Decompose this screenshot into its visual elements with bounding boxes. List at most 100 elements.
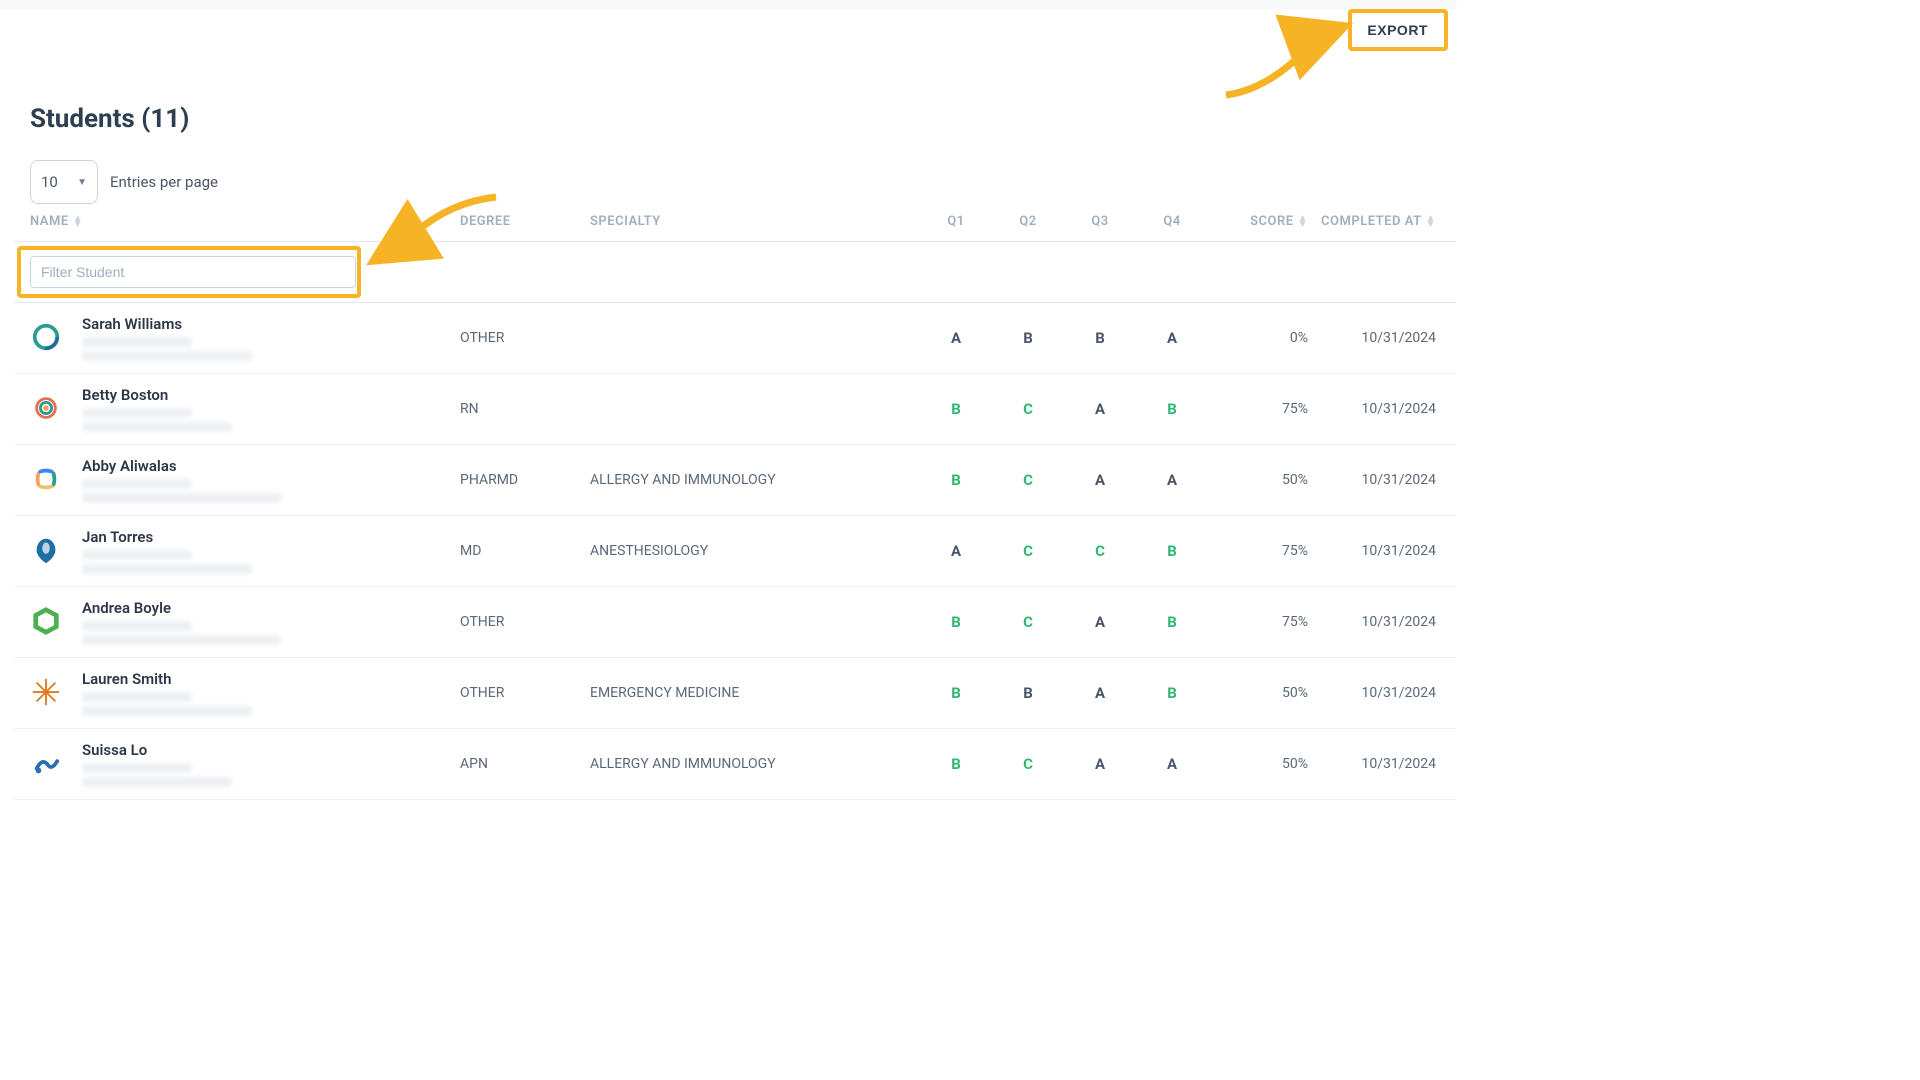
redacted-text bbox=[82, 337, 192, 347]
redacted-text bbox=[82, 479, 192, 489]
student-name: Suissa Lo bbox=[82, 741, 232, 759]
q3-cell: B bbox=[1064, 329, 1136, 347]
table-row[interactable]: Jan Torres MD ANESTHESIOLOGY A C C B 75%… bbox=[14, 516, 1456, 587]
sort-icon: ▲▼ bbox=[73, 216, 83, 228]
column-completed-at[interactable]: COMPLETED AT ▲▼ bbox=[1308, 214, 1440, 229]
entries-per-page-label: Entries per page bbox=[110, 173, 218, 191]
specialty-cell: EMERGENCY MEDICINE bbox=[590, 685, 920, 701]
annotation-arrow-export bbox=[1216, 10, 1346, 100]
column-specialty[interactable]: SPECIALTY bbox=[590, 214, 920, 229]
q2-cell: C bbox=[992, 471, 1064, 489]
redacted-text bbox=[82, 408, 192, 418]
column-q2[interactable]: Q2 bbox=[992, 214, 1064, 229]
table-row[interactable]: Suissa Lo APN ALLERGY AND IMMUNOLOGY B C… bbox=[14, 729, 1456, 800]
score-cell: 0% bbox=[1208, 330, 1308, 346]
redacted-text bbox=[82, 635, 282, 645]
degree-cell: APN bbox=[460, 756, 590, 772]
student-name: Sarah Williams bbox=[82, 315, 252, 333]
score-cell: 50% bbox=[1208, 472, 1308, 488]
q4-cell: A bbox=[1136, 755, 1208, 773]
degree-cell: MD bbox=[460, 543, 590, 559]
q3-cell: A bbox=[1064, 684, 1136, 702]
table-row[interactable]: Abby Aliwalas PHARMD ALLERGY AND IMMUNOL… bbox=[14, 445, 1456, 516]
entries-per-page-select[interactable]: 10 ▼ bbox=[30, 160, 98, 204]
q4-cell: B bbox=[1136, 542, 1208, 560]
table-header: NAME ▲▼ DEGREE SPECIALTY Q1 Q2 Q3 Q4 SCO… bbox=[14, 214, 1456, 242]
q1-cell: B bbox=[920, 684, 992, 702]
redacted-text bbox=[82, 706, 252, 716]
table-row[interactable]: Lauren Smith OTHER EMERGENCY MEDICINE B … bbox=[14, 658, 1456, 729]
sort-icon: ▲▼ bbox=[1426, 216, 1436, 228]
score-cell: 75% bbox=[1208, 614, 1308, 630]
redacted-text bbox=[82, 493, 282, 503]
table-row[interactable]: Betty Boston RN B C A B 75% 10/31/2024 bbox=[14, 374, 1456, 445]
q3-cell: C bbox=[1064, 542, 1136, 560]
redacted-text bbox=[82, 621, 192, 631]
degree-cell: RN bbox=[460, 401, 590, 417]
student-name: Jan Torres bbox=[82, 528, 252, 546]
q4-cell: B bbox=[1136, 400, 1208, 418]
table-row[interactable]: Sarah Williams OTHER A B B A 0% 10/31/20… bbox=[14, 303, 1456, 374]
completed-at-cell: 10/31/2024 bbox=[1308, 614, 1440, 630]
q1-cell: A bbox=[920, 542, 992, 560]
completed-at-cell: 10/31/2024 bbox=[1308, 330, 1440, 346]
completed-at-cell: 10/31/2024 bbox=[1308, 685, 1440, 701]
q2-cell: C bbox=[992, 613, 1064, 631]
student-name: Abby Aliwalas bbox=[82, 457, 282, 475]
degree-cell: OTHER bbox=[460, 685, 590, 701]
redacted-text bbox=[82, 351, 252, 361]
annotation-highlight-export bbox=[1348, 9, 1448, 51]
column-name[interactable]: NAME ▲▼ bbox=[30, 214, 460, 229]
table-row[interactable]: Andrea Boyle OTHER B C A B 75% 10/31/202… bbox=[14, 587, 1456, 658]
redacted-text bbox=[82, 777, 232, 787]
avatar bbox=[30, 321, 62, 353]
completed-at-cell: 10/31/2024 bbox=[1308, 756, 1440, 772]
page-title: Students (11) bbox=[30, 104, 189, 134]
score-cell: 50% bbox=[1208, 685, 1308, 701]
q2-cell: C bbox=[992, 542, 1064, 560]
q3-cell: A bbox=[1064, 755, 1136, 773]
q1-cell: B bbox=[920, 755, 992, 773]
q4-cell: A bbox=[1136, 471, 1208, 489]
column-q1[interactable]: Q1 bbox=[920, 214, 992, 229]
degree-cell: OTHER bbox=[460, 330, 590, 346]
q4-cell: B bbox=[1136, 613, 1208, 631]
avatar bbox=[30, 534, 62, 566]
filter-row bbox=[14, 242, 1456, 303]
completed-at-cell: 10/31/2024 bbox=[1308, 401, 1440, 417]
avatar bbox=[30, 747, 62, 779]
degree-cell: PHARMD bbox=[460, 472, 590, 488]
q3-cell: A bbox=[1064, 400, 1136, 418]
specialty-cell: ALLERGY AND IMMUNOLOGY bbox=[590, 472, 920, 488]
q3-cell: A bbox=[1064, 471, 1136, 489]
column-q3[interactable]: Q3 bbox=[1064, 214, 1136, 229]
avatar bbox=[30, 463, 62, 495]
redacted-text bbox=[82, 564, 252, 574]
q2-cell: B bbox=[992, 684, 1064, 702]
specialty-cell: ALLERGY AND IMMUNOLOGY bbox=[590, 756, 920, 772]
completed-at-cell: 10/31/2024 bbox=[1308, 472, 1440, 488]
column-score[interactable]: SCORE ▲▼ bbox=[1208, 214, 1308, 229]
sort-icon: ▲▼ bbox=[1298, 216, 1308, 228]
column-degree[interactable]: DEGREE bbox=[460, 214, 590, 229]
redacted-text bbox=[82, 763, 192, 773]
q1-cell: A bbox=[920, 329, 992, 347]
completed-at-cell: 10/31/2024 bbox=[1308, 543, 1440, 559]
topbar bbox=[0, 0, 1456, 8]
q1-cell: B bbox=[920, 613, 992, 631]
q1-cell: B bbox=[920, 471, 992, 489]
student-name: Betty Boston bbox=[82, 386, 232, 404]
avatar bbox=[30, 392, 62, 424]
caret-down-icon: ▼ bbox=[77, 177, 87, 188]
student-name: Lauren Smith bbox=[82, 670, 252, 688]
q2-cell: B bbox=[992, 329, 1064, 347]
q3-cell: A bbox=[1064, 613, 1136, 631]
score-cell: 50% bbox=[1208, 756, 1308, 772]
student-name: Andrea Boyle bbox=[82, 599, 282, 617]
avatar bbox=[30, 676, 62, 708]
redacted-text bbox=[82, 692, 192, 702]
column-q4[interactable]: Q4 bbox=[1136, 214, 1208, 229]
redacted-text bbox=[82, 422, 232, 432]
q1-cell: B bbox=[920, 400, 992, 418]
degree-cell: OTHER bbox=[460, 614, 590, 630]
